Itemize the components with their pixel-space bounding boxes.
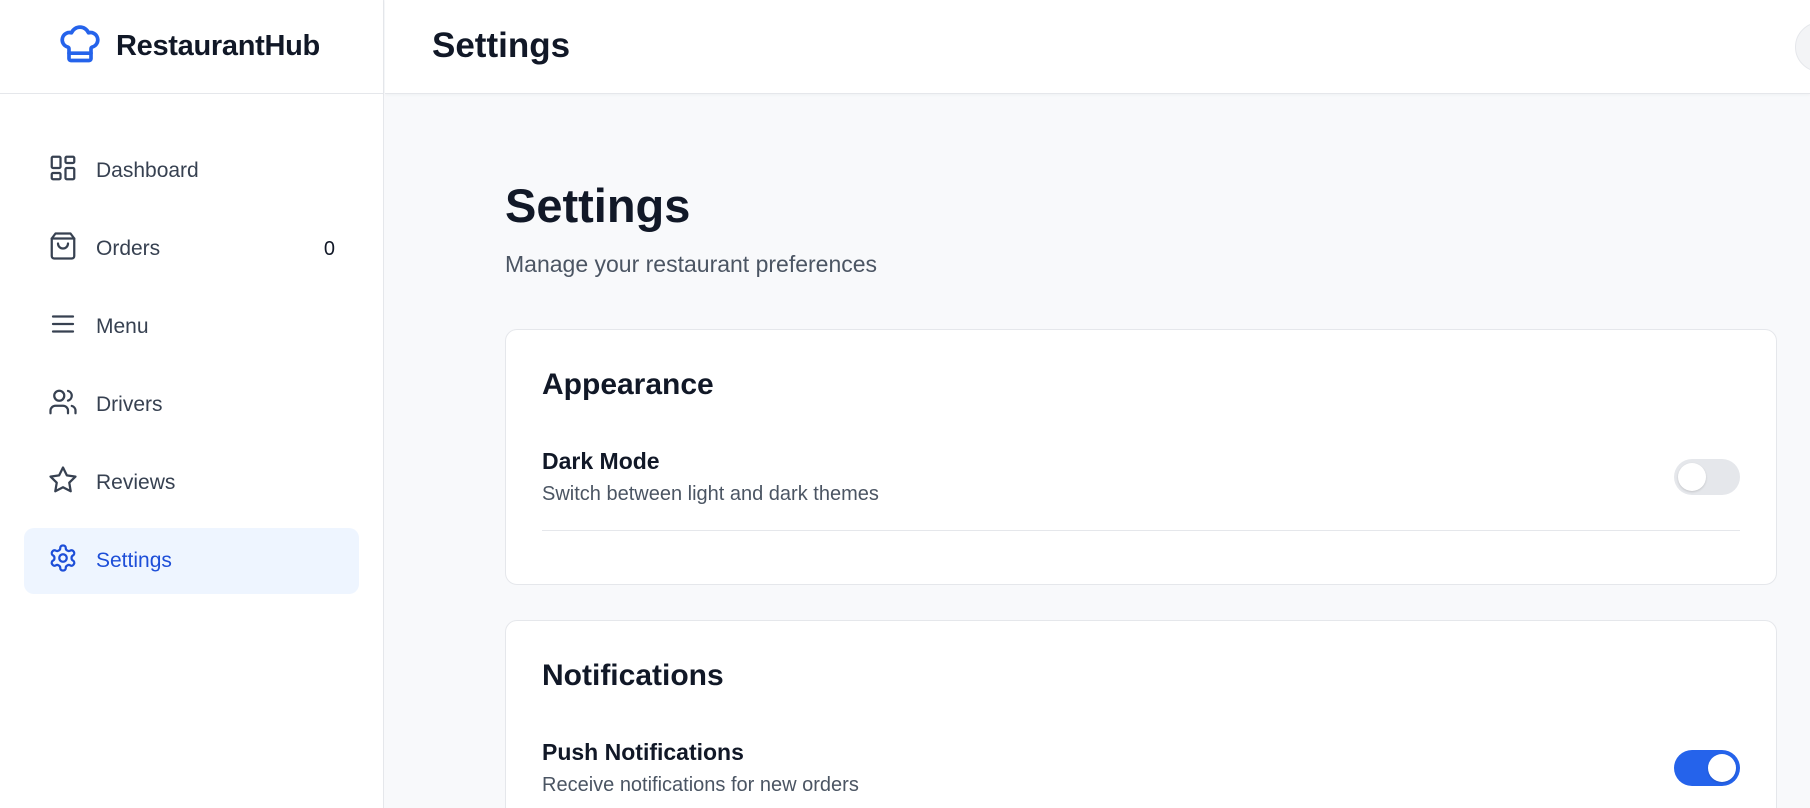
avatar[interactable] [1795, 22, 1810, 72]
users-icon [48, 387, 78, 423]
dashboard-icon [48, 153, 78, 189]
sidebar-item-label: Orders [96, 237, 161, 260]
menu-icon [48, 309, 78, 345]
setting-description: Receive notifications for new orders [542, 774, 859, 796]
header-title: Settings [432, 26, 571, 65]
sidebar-item-label: Reviews [96, 471, 176, 494]
push-notifications-toggle[interactable] [1674, 750, 1740, 786]
page-subtitle: Manage your restaurant preferences [505, 251, 878, 277]
sidebar-item-label: Settings [96, 549, 172, 572]
notifications-card: Notifications Push Notifications Receive… [505, 620, 1777, 808]
section-title: Notifications [542, 659, 724, 692]
page-title: Settings [505, 179, 691, 232]
setting-description: Switch between light and dark themes [542, 483, 879, 505]
setting-label: Push Notifications [542, 739, 744, 765]
sidebar-item-orders[interactable]: Orders 0 [24, 216, 359, 282]
appearance-card: Appearance Dark Mode Switch between ligh… [505, 329, 1777, 585]
brand-name: RestaurantHub [116, 30, 320, 62]
sidebar-item-dashboard[interactable]: Dashboard [24, 138, 359, 204]
setting-row-dark-mode: Dark Mode Switch between light and dark … [542, 448, 1740, 531]
sidebar-nav: Dashboard Orders 0 Menu Drivers Reviews … [0, 94, 383, 594]
sidebar-item-label: Menu [96, 315, 149, 338]
setting-text: Dark Mode Switch between light and dark … [542, 448, 879, 506]
sidebar-item-reviews[interactable]: Reviews [24, 450, 359, 516]
chef-hat-icon [58, 22, 102, 71]
section-title: Appearance [542, 368, 714, 401]
sidebar: RestaurantHub Dashboard Orders 0 Menu Dr… [0, 0, 384, 808]
sidebar-item-drivers[interactable]: Drivers [24, 372, 359, 438]
setting-text: Push Notifications Receive notifications… [542, 739, 859, 797]
settings-main: Settings Manage your restaurant preferen… [505, 94, 1777, 808]
star-icon [48, 465, 78, 501]
brand[interactable]: RestaurantHub [0, 0, 383, 94]
toggle-knob [1678, 463, 1706, 491]
dark-mode-toggle[interactable] [1674, 459, 1740, 495]
setting-row-push-notifications: Push Notifications Receive notifications… [542, 739, 1740, 808]
sidebar-item-label: Dashboard [96, 159, 199, 182]
orders-count-badge: 0 [323, 237, 335, 260]
gear-icon [48, 543, 78, 579]
setting-label: Dark Mode [542, 448, 660, 474]
toggle-knob [1708, 754, 1736, 782]
shopping-bag-icon [48, 231, 78, 267]
sidebar-item-settings[interactable]: Settings [24, 528, 359, 594]
top-header: Settings [385, 0, 1810, 94]
sidebar-item-label: Drivers [96, 393, 163, 416]
sidebar-item-menu[interactable]: Menu [24, 294, 359, 360]
